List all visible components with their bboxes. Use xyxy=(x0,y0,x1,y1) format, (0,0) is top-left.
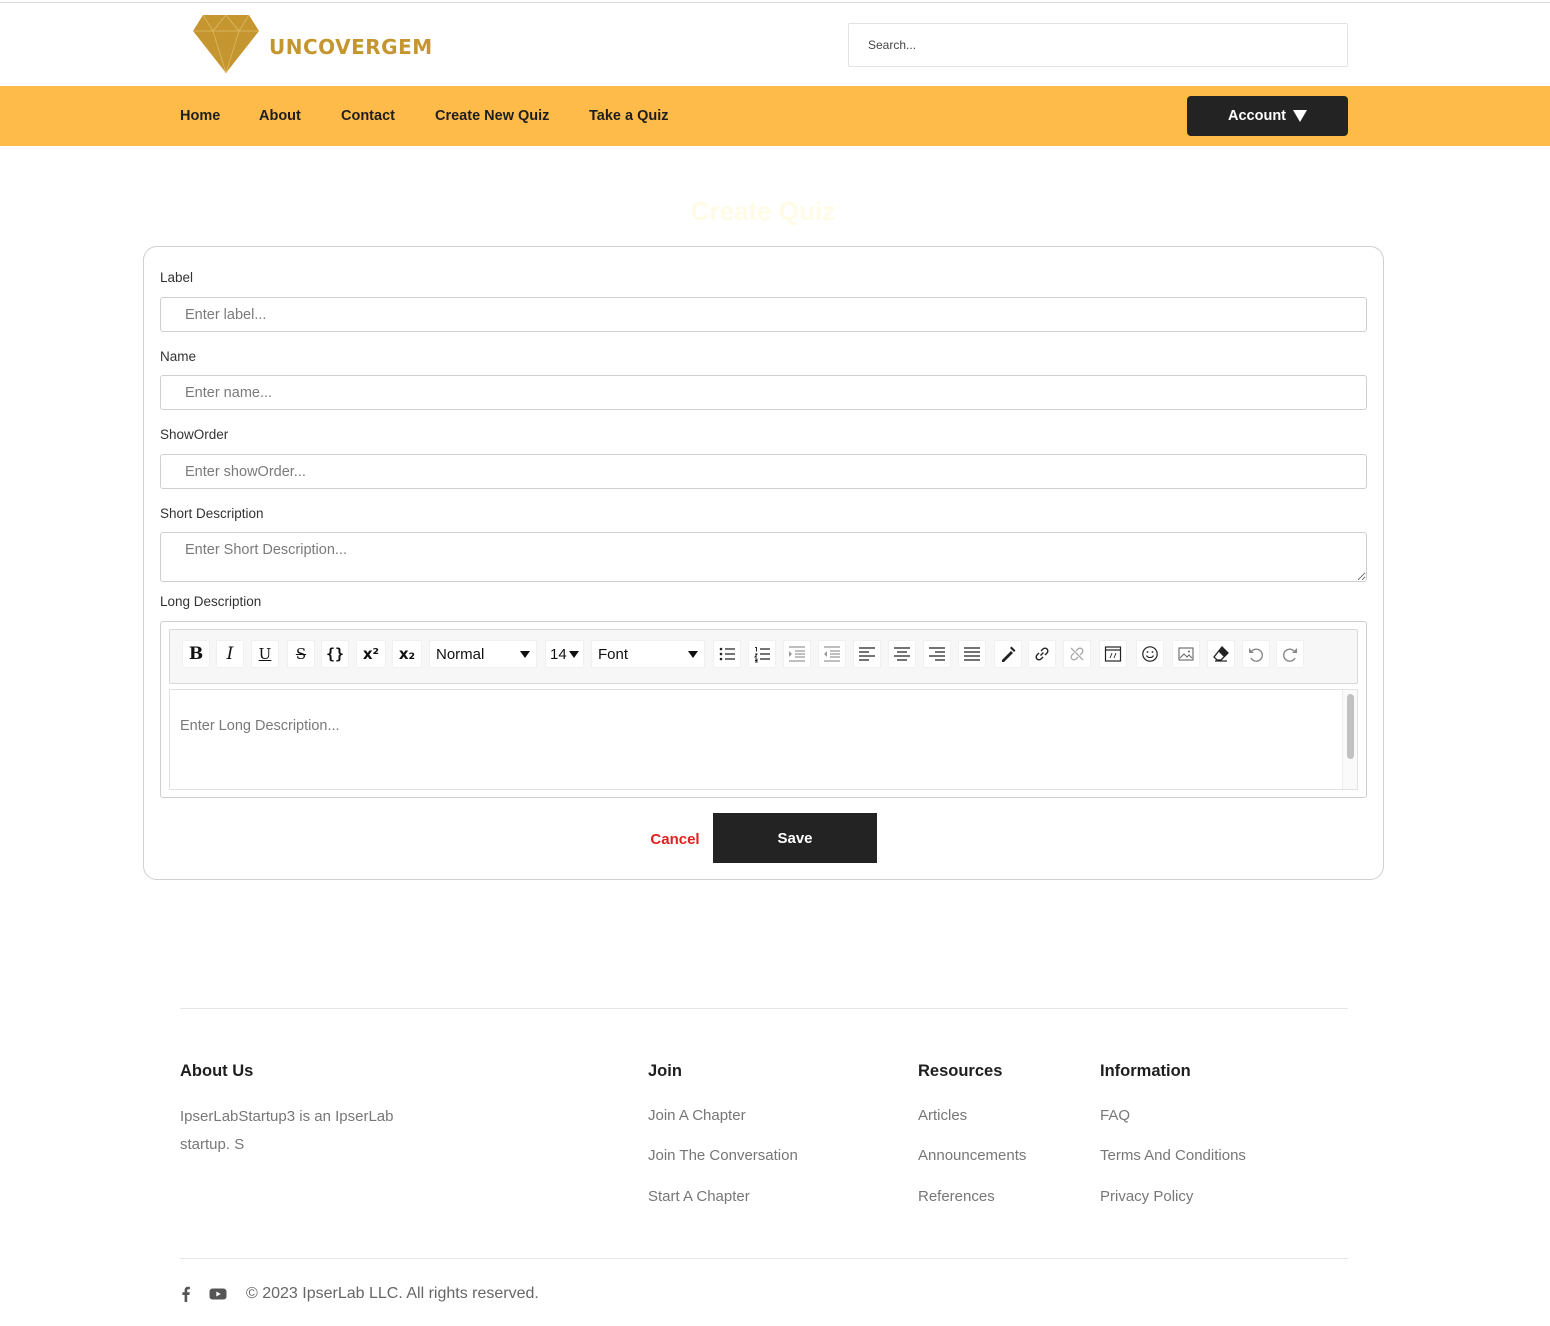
editor-toolbar: B I U S {} x² x₂ Normal 14 Font xyxy=(169,629,1358,684)
footer-link-privacy-policy[interactable]: Privacy Policy xyxy=(1100,1188,1193,1205)
footer-about-heading: About Us xyxy=(180,1062,254,1080)
block-format-value: Normal xyxy=(436,645,485,663)
diamond-icon xyxy=(193,14,259,78)
page-title: Create Quiz xyxy=(690,196,836,226)
font-family-value: Font xyxy=(598,645,629,663)
footer-divider-top xyxy=(180,1008,1348,1009)
indent-icon[interactable] xyxy=(783,640,811,668)
account-label: Account xyxy=(1228,108,1286,124)
editor-scrollbar[interactable] xyxy=(1342,690,1357,789)
chevron-down-icon xyxy=(520,650,530,658)
nav-home[interactable]: Home xyxy=(180,86,220,146)
footer-about-text: IpserLabStartup3 is an IpserLab startup.… xyxy=(180,1108,394,1153)
image-icon[interactable] xyxy=(1172,640,1200,668)
logo[interactable]: UNCOVERGEM xyxy=(193,14,433,78)
footer-link-terms[interactable]: Terms And Conditions xyxy=(1100,1147,1246,1164)
long-description-placeholder: Enter Long Description... xyxy=(180,718,340,734)
footer-resources-heading: Resources xyxy=(918,1062,1003,1080)
font-size-value: 14 xyxy=(550,645,567,663)
short-description-field-label: Short Description xyxy=(160,506,264,521)
youtube-icon[interactable] xyxy=(209,1285,227,1303)
scrollbar-thumb[interactable] xyxy=(1347,694,1354,759)
undo-icon[interactable] xyxy=(1242,640,1270,668)
underline-icon[interactable]: U xyxy=(251,640,279,668)
align-center-icon[interactable] xyxy=(888,640,916,668)
unordered-list-icon[interactable] xyxy=(713,640,741,668)
name-field-label: Name xyxy=(160,349,197,364)
brand-name: UNCOVERGEM xyxy=(269,34,433,59)
superscript-icon[interactable]: x² xyxy=(356,640,386,668)
footer-link-start-a-chapter[interactable]: Start A Chapter xyxy=(648,1188,750,1205)
search-input[interactable] xyxy=(848,23,1348,67)
font-size-dropdown[interactable]: 14 xyxy=(545,640,584,668)
facebook-icon[interactable] xyxy=(177,1285,195,1303)
nav-create-new-quiz[interactable]: Create New Quiz xyxy=(435,86,549,146)
footer-link-references[interactable]: References xyxy=(918,1188,995,1205)
align-justify-icon[interactable] xyxy=(958,640,986,668)
long-description-field-label: Long Description xyxy=(160,594,262,609)
subscript-icon[interactable]: x₂ xyxy=(392,640,422,668)
outdent-icon[interactable] xyxy=(818,640,846,668)
footer-divider-bottom xyxy=(180,1258,1348,1259)
footer-join-heading: Join xyxy=(648,1062,682,1080)
name-input[interactable] xyxy=(160,375,1367,410)
footer-link-announcements[interactable]: Announcements xyxy=(918,1147,1026,1164)
nav-contact[interactable]: Contact xyxy=(341,86,395,146)
chevron-down-icon xyxy=(569,650,579,658)
eraser-icon[interactable] xyxy=(1207,640,1235,668)
quiz-form-card: Label Name ShowOrder Short Description L… xyxy=(143,246,1384,880)
align-right-icon[interactable] xyxy=(923,640,951,668)
site-header: UNCOVERGEM xyxy=(0,3,1550,86)
footer-link-faq[interactable]: FAQ xyxy=(1100,1107,1130,1124)
copyright-text: © 2023 IpserLab LLC. All rights reserved… xyxy=(246,1285,539,1302)
block-format-dropdown[interactable]: Normal xyxy=(429,640,537,668)
font-family-dropdown[interactable]: Font xyxy=(591,640,705,668)
color-picker-icon[interactable] xyxy=(994,640,1022,668)
long-description-input[interactable]: Enter Long Description... xyxy=(169,689,1358,790)
nav-about[interactable]: About xyxy=(259,86,301,146)
italic-icon[interactable]: I xyxy=(216,640,244,668)
footer-information-heading: Information xyxy=(1100,1062,1191,1080)
unlink-icon[interactable] xyxy=(1063,640,1091,668)
emoji-icon[interactable] xyxy=(1136,640,1164,668)
save-button[interactable]: Save xyxy=(713,813,877,863)
show-order-field-label: ShowOrder xyxy=(160,427,229,442)
bold-icon[interactable]: B xyxy=(182,640,210,668)
caret-down-icon xyxy=(1293,110,1307,122)
cancel-button[interactable]: Cancel xyxy=(640,814,710,864)
account-button[interactable]: Account xyxy=(1187,96,1348,136)
embed-icon[interactable] xyxy=(1099,640,1127,668)
strikethrough-icon[interactable]: S xyxy=(287,640,315,668)
footer-link-articles[interactable]: Articles xyxy=(918,1107,967,1124)
ordered-list-icon[interactable] xyxy=(748,640,776,668)
short-description-textarea[interactable] xyxy=(160,532,1367,582)
redo-icon[interactable] xyxy=(1276,640,1304,668)
chevron-down-icon xyxy=(688,650,698,658)
label-input[interactable] xyxy=(160,297,1367,332)
show-order-input[interactable] xyxy=(160,454,1367,489)
align-left-icon[interactable] xyxy=(853,640,881,668)
footer-link-join-a-chapter[interactable]: Join A Chapter xyxy=(648,1107,746,1124)
nav-take-a-quiz[interactable]: Take a Quiz xyxy=(589,86,669,146)
link-icon[interactable] xyxy=(1028,640,1056,668)
footer-link-join-the-conversation[interactable]: Join The Conversation xyxy=(648,1147,798,1164)
code-icon[interactable]: {} xyxy=(321,640,349,668)
label-field-label: Label xyxy=(160,270,194,285)
long-description-editor: B I U S {} x² x₂ Normal 14 Font Enter Lo… xyxy=(160,621,1367,798)
main-nav: Home About Contact Create New Quiz Take … xyxy=(0,86,1550,146)
